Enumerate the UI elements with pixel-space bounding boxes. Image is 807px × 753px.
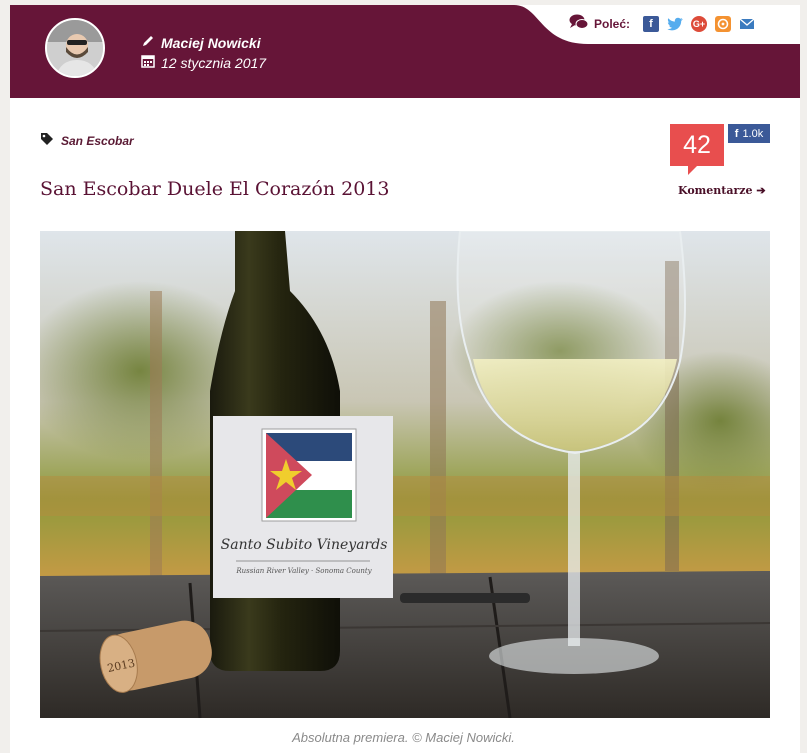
tag-icon — [40, 132, 54, 149]
header-scalloped-edge — [10, 95, 800, 101]
facebook-icon[interactable]: f — [643, 15, 660, 32]
comment-badge-tail — [688, 166, 697, 175]
comments-link[interactable]: Komentarze ➔ — [678, 184, 766, 197]
post-title[interactable]: San Escobar Duele El Corazón 2013 — [40, 178, 389, 200]
bottle-label-subtext: Russian River Valley · Sonoma County — [235, 567, 372, 575]
google-plus-icon[interactable]: G+ — [691, 15, 708, 32]
facebook-share-count[interactable]: f 1.0k — [728, 124, 770, 143]
date-line: 12 stycznia 2017 — [141, 54, 266, 71]
comment-count-badge[interactable]: 42 — [670, 124, 724, 166]
facebook-f-icon: f — [734, 127, 739, 140]
share-bar: Poleć: f G+ — [569, 14, 755, 33]
pencil-icon — [141, 34, 155, 51]
wine-photo-illustration: Santo Subito Vineyards Russian River Val… — [40, 231, 770, 718]
author-avatar[interactable] — [45, 18, 105, 78]
twitter-icon[interactable] — [667, 16, 684, 32]
post-date: 12 stycznia 2017 — [161, 54, 267, 71]
author-name[interactable]: Maciej Nowicki — [161, 35, 261, 51]
post-photo: Santo Subito Vineyards Russian River Val… — [40, 231, 770, 718]
photo-caption: Absolutna premiera. © Maciej Nowicki. — [292, 730, 515, 745]
facebook-count-value: 1.0k — [742, 127, 764, 140]
tag-label[interactable]: San Escobar — [61, 134, 134, 148]
post-tag[interactable]: San Escobar — [40, 132, 134, 149]
calendar-icon — [141, 54, 155, 71]
share-label: Poleć: — [594, 16, 631, 31]
bottle-label-text: Santo Subito Vineyards — [221, 537, 388, 553]
email-icon[interactable] — [739, 16, 755, 32]
comments-bubble-icon — [569, 14, 589, 33]
author-line: Maciej Nowicki — [141, 34, 261, 51]
wykop-icon[interactable] — [715, 15, 732, 32]
